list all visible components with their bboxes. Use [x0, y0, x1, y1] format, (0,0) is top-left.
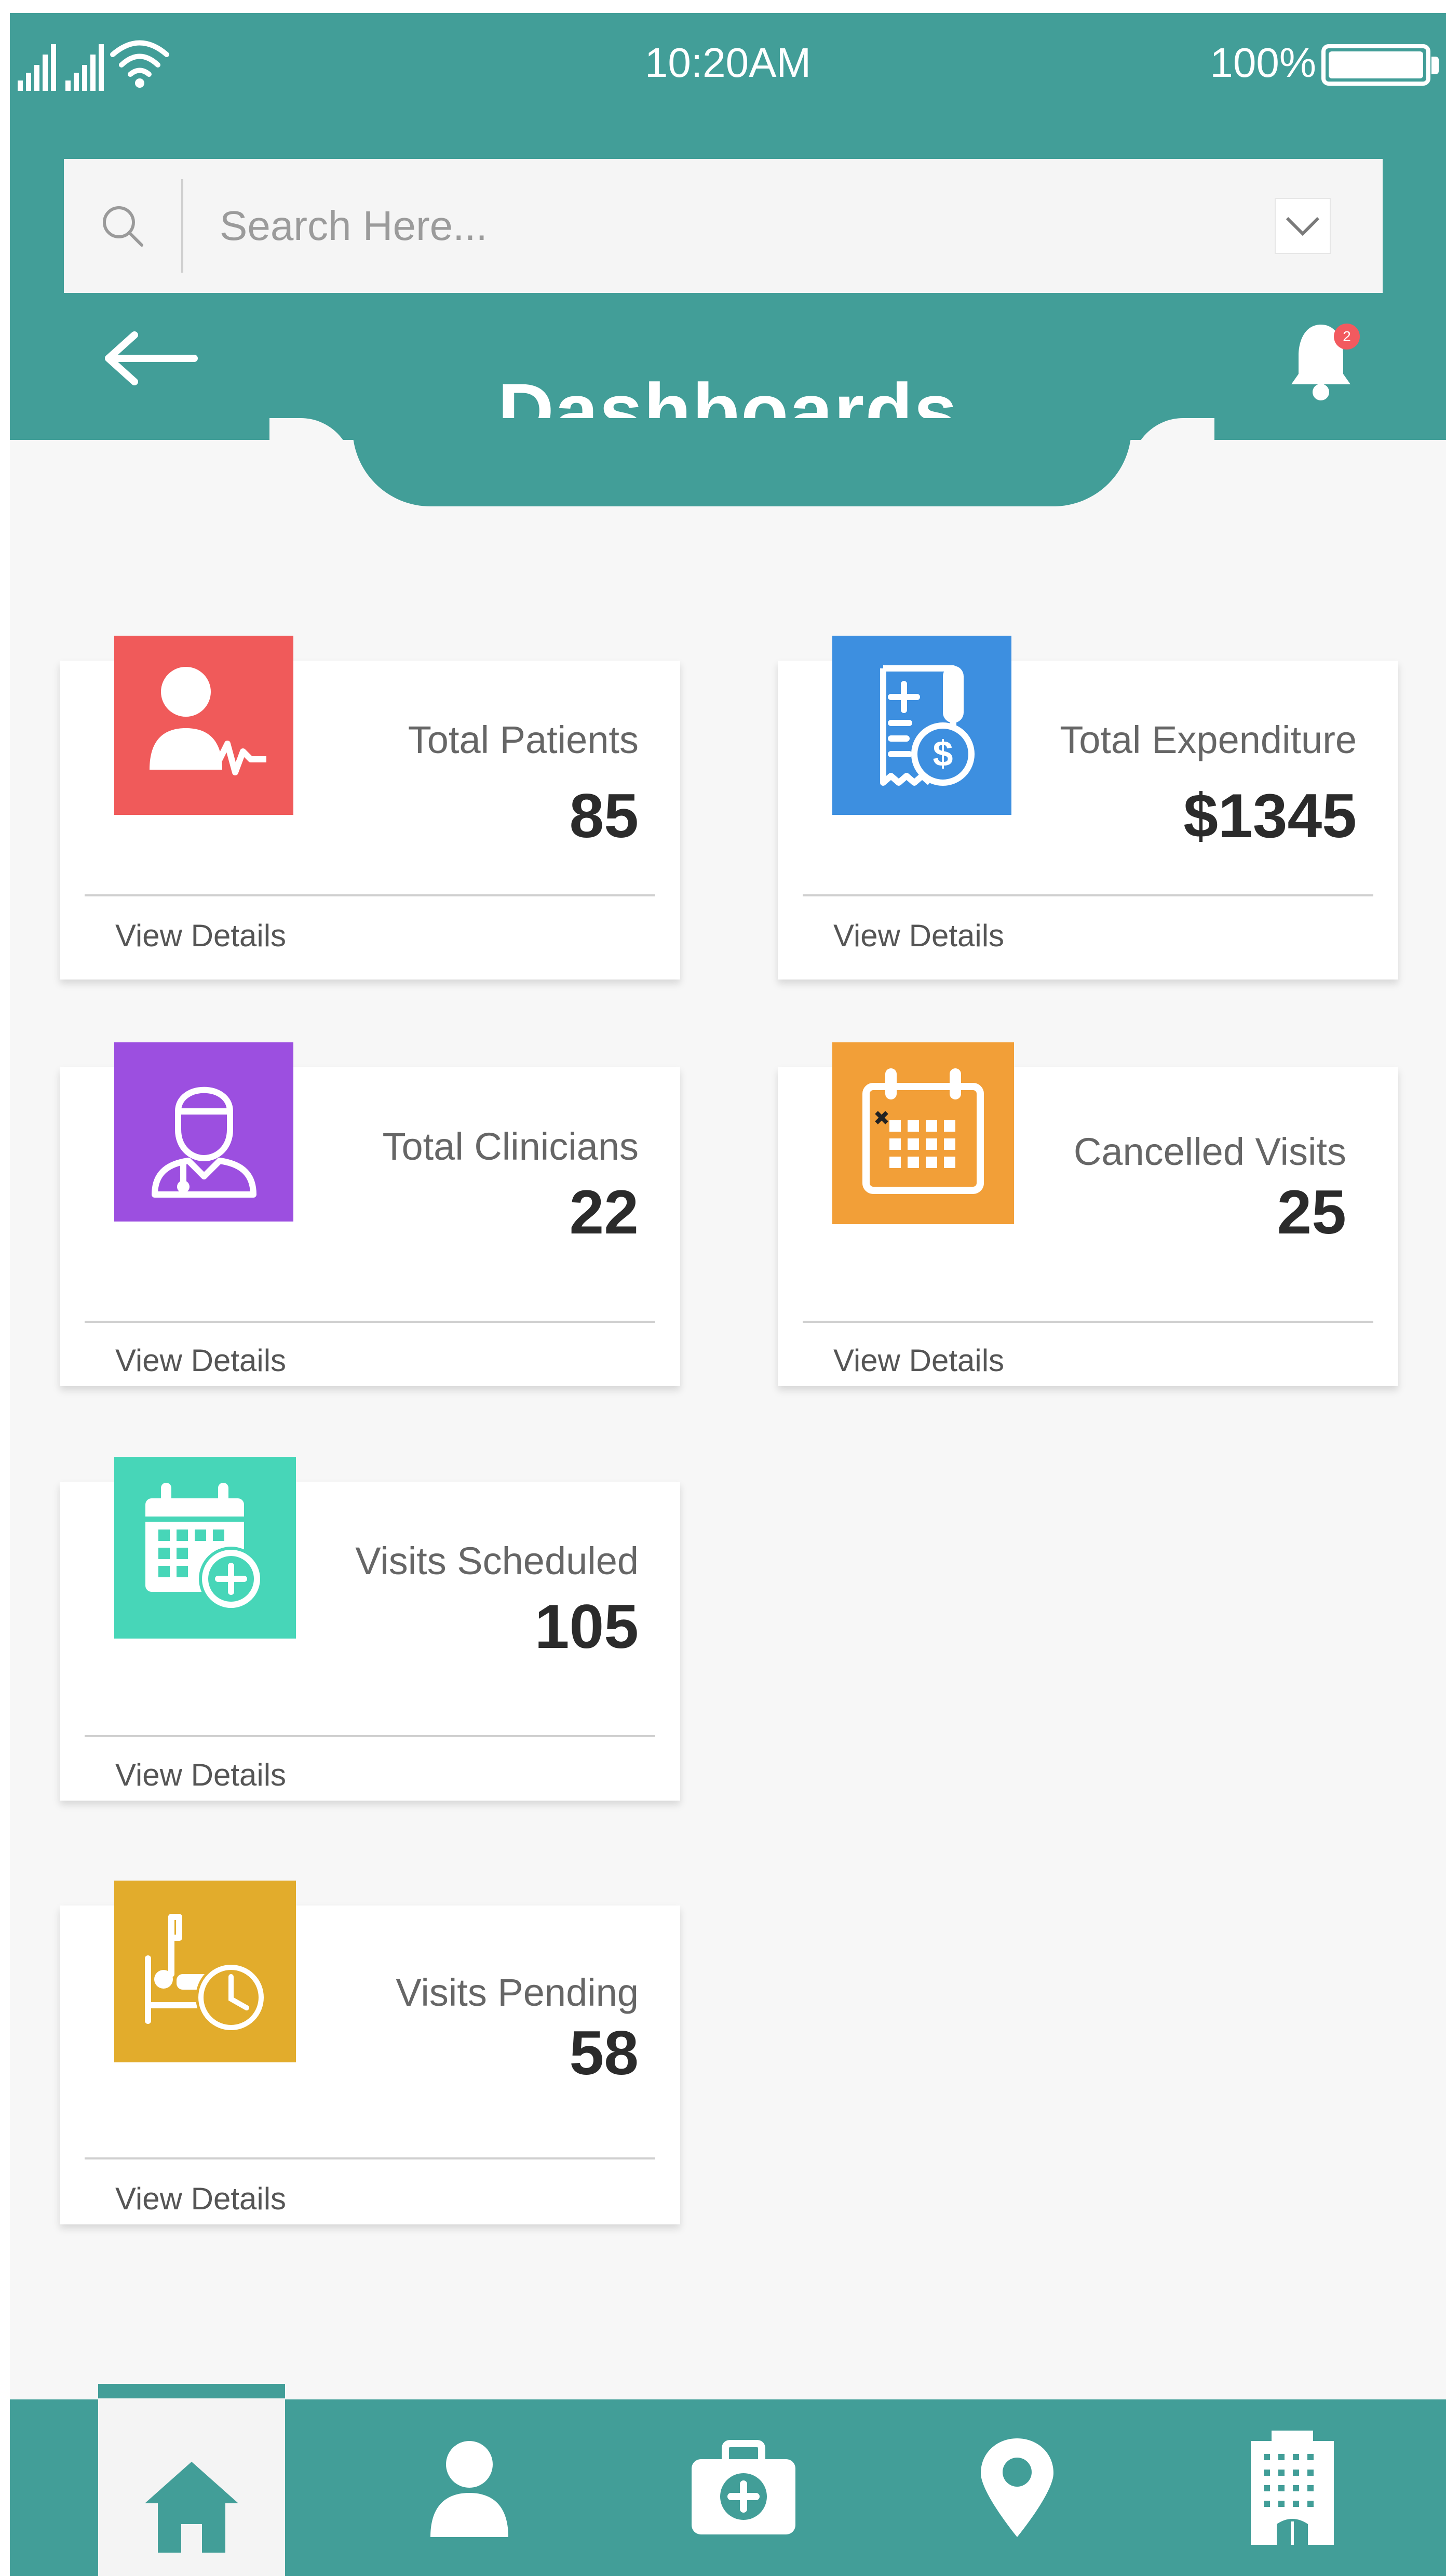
hospital-bed-clock-icon — [114, 1881, 296, 2062]
receipt-dollar-icon: $ — [832, 636, 1011, 815]
chevron-down-icon — [1286, 217, 1320, 236]
card-value: 105 — [534, 1592, 639, 1661]
divider — [803, 1321, 1373, 1323]
card-label: Total Expenditure — [1060, 718, 1357, 761]
header: 10:20AM 100% Search Here... 2 Dashboards — [10, 13, 1446, 454]
view-details-link[interactable]: View Details — [115, 918, 286, 954]
card-total-patients[interactable]: Total Patients 85 View Details — [60, 636, 680, 980]
card-label: Visits Scheduled — [355, 1539, 639, 1582]
divider — [85, 2157, 655, 2159]
card-cancelled-visits[interactable]: Cancelled Visits 25 View Details — [778, 1042, 1398, 1386]
card-value: 85 — [569, 781, 639, 851]
divider — [85, 894, 655, 896]
svg-text:$: $ — [933, 733, 953, 774]
nav-facility[interactable] — [1199, 2399, 1386, 2576]
card-label: Total Clinicians — [382, 1125, 639, 1168]
battery-icon — [1321, 44, 1439, 86]
nav-location[interactable] — [924, 2399, 1111, 2576]
nav-home[interactable] — [98, 2384, 285, 2576]
header-notch — [269, 418, 1214, 506]
search-bar — [64, 159, 1383, 293]
card-value: $1345 — [1183, 781, 1357, 851]
building-icon — [1251, 2431, 1334, 2545]
card-label: Cancelled Visits — [1073, 1130, 1346, 1173]
view-details-link[interactable]: View Details — [833, 918, 1004, 954]
home-icon — [145, 2462, 238, 2553]
view-details-link[interactable]: View Details — [115, 1757, 286, 1793]
view-details-link[interactable]: View Details — [115, 2181, 286, 2217]
nav-profile[interactable] — [376, 2399, 563, 2576]
card-value: 25 — [1277, 1177, 1346, 1247]
bottom-nav — [10, 2384, 1446, 2576]
search-input[interactable] — [183, 159, 1275, 293]
view-details-link[interactable]: View Details — [115, 1343, 286, 1378]
card-label: Total Patients — [408, 718, 639, 761]
divider — [803, 894, 1373, 896]
app-screen: 10:20AM 100% Search Here... 2 Dashboards… — [10, 13, 1446, 2576]
battery-percent: 100% — [1210, 39, 1316, 86]
patient-monitor-icon — [114, 636, 293, 815]
notification-badge: 2 — [1334, 324, 1360, 350]
location-pin-icon — [981, 2438, 1053, 2537]
calendar-add-icon — [114, 1457, 296, 1639]
card-visits-pending[interactable]: Visits Pending 58 View Details — [60, 1881, 680, 2224]
divider — [85, 1735, 655, 1737]
card-total-expenditure[interactable]: $ Total Expenditure $1345 View Details — [778, 636, 1398, 980]
view-details-link[interactable]: View Details — [833, 1343, 1004, 1378]
nav-medical[interactable] — [650, 2399, 837, 2576]
doctor-icon — [114, 1042, 293, 1222]
search-dropdown-button[interactable] — [1275, 198, 1331, 254]
search-icon[interactable] — [64, 179, 183, 273]
divider — [85, 1321, 655, 1323]
card-value: 58 — [569, 2018, 639, 2088]
card-total-clinicians[interactable]: Total Clinicians 22 View Details — [60, 1042, 680, 1386]
calendar-cancel-icon — [832, 1042, 1014, 1224]
card-visits-scheduled[interactable]: Visits Scheduled 105 View Details — [60, 1457, 680, 1801]
card-value: 22 — [569, 1177, 639, 1247]
user-icon — [430, 2441, 508, 2537]
card-label: Visits Pending — [396, 1971, 639, 2014]
medical-kit-icon — [692, 2440, 795, 2534]
status-bar: 10:20AM 100% — [10, 13, 1446, 112]
